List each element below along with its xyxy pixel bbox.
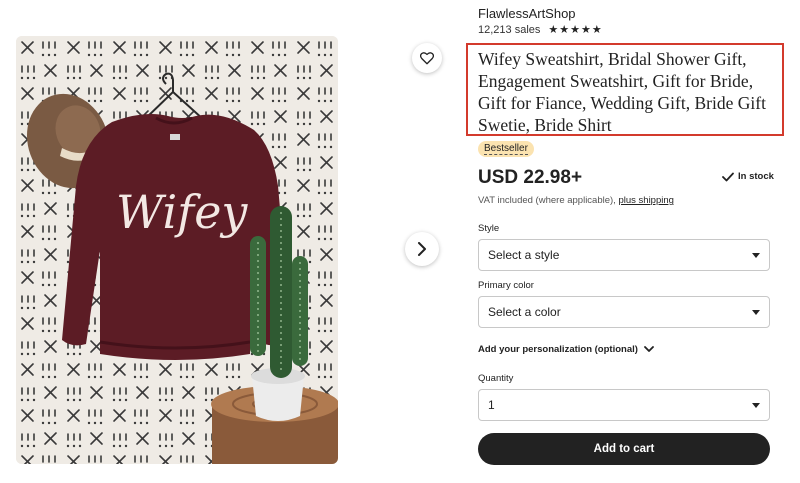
quantity-select[interactable]: 1 xyxy=(478,389,770,421)
add-to-cart-button[interactable]: Add to cart xyxy=(478,433,770,465)
star-rating-icon: ★★★★★ xyxy=(548,24,603,36)
quantity-select-value: 1 xyxy=(488,398,495,412)
stock-status: In stock xyxy=(722,171,774,182)
product-image[interactable]: Wifey xyxy=(16,36,338,464)
product-title: Wifey Sweatshirt, Bridal Shower Gift, En… xyxy=(478,49,766,135)
style-select-value: Select a style xyxy=(488,248,560,262)
style-label: Style xyxy=(478,223,500,234)
caret-down-icon xyxy=(752,402,760,408)
vat-text: VAT included (where applicable), xyxy=(478,195,619,206)
shirt-print-text: Wifey xyxy=(116,185,248,239)
next-image-button[interactable] xyxy=(405,232,439,266)
shop-rating[interactable]: 12,213 sales ★★★★★ xyxy=(478,23,603,37)
chevron-down-icon xyxy=(644,346,654,352)
shop-name-link[interactable]: FlawlessArtShop xyxy=(478,6,576,21)
personalization-toggle[interactable]: Add your personalization (optional) xyxy=(478,344,654,355)
caret-down-icon xyxy=(752,252,760,258)
color-label: Primary color xyxy=(478,280,534,291)
checkmark-icon xyxy=(722,172,734,181)
bestseller-badge[interactable]: Bestseller xyxy=(478,141,534,157)
color-select[interactable]: Select a color xyxy=(478,296,770,328)
favorite-button[interactable] xyxy=(412,43,442,73)
sales-count: 12,213 sales xyxy=(478,23,541,36)
product-price: USD 22.98+ xyxy=(478,167,583,188)
heart-icon xyxy=(420,51,434,64)
chevron-right-icon xyxy=(418,242,426,256)
stock-status-label: In stock xyxy=(738,171,774,182)
shipping-link[interactable]: plus shipping xyxy=(618,195,673,206)
bestseller-badge-label: Bestseller xyxy=(484,143,528,155)
personalization-label: Add your personalization (optional) xyxy=(478,344,638,355)
mudcloth-wall-pattern: Wifey xyxy=(16,36,338,464)
color-select-value: Select a color xyxy=(488,305,561,319)
style-select[interactable]: Select a style xyxy=(478,239,770,271)
vat-note: VAT included (where applicable), plus sh… xyxy=(478,195,674,206)
caret-down-icon xyxy=(752,309,760,315)
quantity-label: Quantity xyxy=(478,373,514,384)
